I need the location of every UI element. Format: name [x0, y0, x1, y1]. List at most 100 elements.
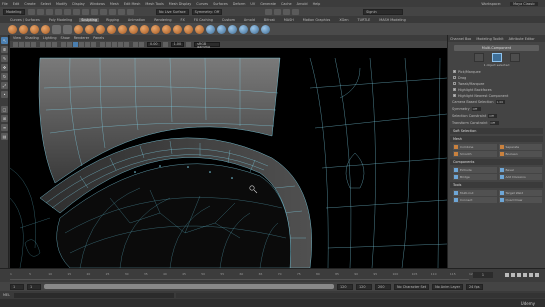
range-start-field[interactable]: 1: [27, 283, 41, 290]
menu-arnold[interactable]: Arnold: [297, 2, 308, 6]
menu-uv[interactable]: UV: [250, 2, 255, 6]
shelf-tab-arnold[interactable]: Arnold: [242, 18, 257, 22]
components-section[interactable]: Components: [450, 159, 543, 165]
checkbox-icon[interactable]: [453, 70, 456, 73]
menu-modify[interactable]: Modify: [56, 2, 67, 6]
color-management-icon[interactable]: [186, 42, 192, 47]
gamma-field[interactable]: 1.00: [170, 42, 185, 47]
time-ticks[interactable]: 1 5 10 15 20 25 30 35 40 45 50 55 60 65 70 75 80 85 90 95 10…: [10, 271, 475, 280]
command-input[interactable]: [13, 292, 174, 298]
film-gate-icon[interactable]: [46, 42, 51, 47]
checkbox-icon[interactable]: [453, 76, 456, 79]
shelf-sphere-icon[interactable]: [239, 24, 248, 34]
shelf-sphere-icon[interactable]: [140, 24, 149, 34]
panel-menu-renderer[interactable]: Renderer: [74, 36, 89, 40]
play-forward-icon[interactable]: [523, 273, 527, 277]
ambient-occlusion-icon[interactable]: [112, 42, 117, 47]
viewport-panel[interactable]: View Shading Lighting Show Renderer Panels 0.…: [10, 35, 447, 268]
lights-icon[interactable]: [85, 42, 90, 47]
option-drag[interactable]: Drag: [448, 75, 545, 80]
menu-generate[interactable]: Generate: [260, 2, 276, 6]
menu-select[interactable]: Select: [41, 2, 51, 6]
xray-joints-icon[interactable]: [106, 42, 111, 47]
menu-surfaces[interactable]: Surfaces: [213, 2, 228, 6]
exposure-field[interactable]: 0.00: [147, 42, 161, 47]
depth-of-field-icon[interactable]: [124, 42, 129, 47]
checkbox-icon[interactable]: [453, 94, 456, 97]
shelf-sphere-icon[interactable]: [217, 24, 226, 34]
four-view-icon[interactable]: ⊞: [1, 115, 8, 122]
antialiasing-icon[interactable]: [118, 42, 123, 47]
live-surface-field[interactable]: No Live Surface: [156, 8, 189, 15]
side-tab-attribute-editor[interactable]: Attribute Editor: [509, 37, 535, 41]
smooth-shade-icon[interactable]: [67, 42, 72, 47]
outliner-icon[interactable]: ≡: [1, 124, 8, 131]
setting-value-field[interactable]: 1.00: [495, 100, 505, 104]
checkbox-icon[interactable]: [453, 82, 456, 85]
shelf-tab-animation[interactable]: Animation: [126, 18, 147, 22]
panel-menu-panels[interactable]: Panels: [93, 36, 104, 40]
mesh-section[interactable]: Mesh: [450, 136, 543, 142]
camera-attributes-icon[interactable]: [19, 42, 24, 47]
tools-section[interactable]: Tools: [450, 182, 543, 188]
panel-menu-shading[interactable]: Shading: [25, 36, 39, 40]
isolate-select-icon[interactable]: [133, 42, 138, 47]
step-forward-icon[interactable]: [529, 273, 533, 277]
option-tweak-marquee[interactable]: Tweak/Marquee: [448, 81, 545, 86]
range-bar[interactable]: [44, 284, 334, 289]
start-frame-field[interactable]: 1: [10, 283, 24, 290]
shelf-sphere-icon[interactable]: [151, 24, 160, 34]
color-space-dropdown[interactable]: sRGB gamma: [194, 42, 221, 49]
shelf-cube-icon[interactable]: [63, 24, 72, 34]
option-highlight-nearest-component[interactable]: Highlight Nearest Component: [448, 93, 545, 98]
panel-menu-lighting[interactable]: Lighting: [43, 36, 57, 40]
save-scene-icon[interactable]: [46, 8, 53, 15]
setting-value-field[interactable]: Off: [489, 121, 499, 125]
shelf-sphere-icon[interactable]: [96, 24, 105, 34]
menu-curves[interactable]: Curves: [196, 2, 208, 6]
shelf-tab-custom[interactable]: Custom: [220, 18, 237, 22]
shelf-sphere-icon[interactable]: [118, 24, 127, 34]
new-scene-icon[interactable]: [28, 8, 35, 15]
select-component-icon[interactable]: [91, 8, 98, 15]
bookmark-icon[interactable]: [25, 42, 30, 47]
snap-point-icon[interactable]: [118, 8, 125, 15]
add-divisions-button[interactable]: Add Divisions: [498, 174, 542, 180]
uv-mode-icon[interactable]: [509, 53, 520, 62]
textured-icon[interactable]: [79, 42, 84, 47]
single-view-icon[interactable]: ▢: [1, 106, 8, 113]
extrude-button[interactable]: Extrude: [453, 167, 497, 173]
shelf-cube-icon[interactable]: [52, 24, 61, 34]
exposure-icon[interactable]: [139, 42, 144, 47]
shelf-sphere-icon[interactable]: [195, 24, 204, 34]
shelf-tab-rigging[interactable]: Rigging: [104, 18, 121, 22]
gamma-icon[interactable]: [162, 42, 168, 47]
multi-component-button[interactable]: Multi-Component: [454, 45, 539, 51]
option-highlight-backfaces[interactable]: Highlight Backfaces: [448, 87, 545, 92]
render-icon[interactable]: [265, 8, 273, 15]
menu-display[interactable]: Display: [72, 2, 85, 6]
step-back-icon[interactable]: [511, 273, 515, 277]
shelf-sphere-icon[interactable]: [30, 24, 39, 34]
menu-create[interactable]: Create: [24, 2, 35, 6]
shelf-tab-sculpting[interactable]: Sculpting: [79, 17, 100, 22]
anim-layer-dropdown[interactable]: No Anim Layer: [432, 283, 464, 290]
multi-cut-button[interactable]: Multi-Cut: [453, 190, 497, 196]
resolution-gate-icon[interactable]: [52, 42, 57, 47]
shelf-tab-mash[interactable]: MASH: [282, 18, 296, 22]
persp-graph-icon[interactable]: ▤: [1, 133, 8, 140]
panel-menu-view[interactable]: View: [13, 36, 21, 40]
shelf-tab-xgen[interactable]: XGen: [337, 18, 350, 22]
menu-file[interactable]: File: [2, 2, 8, 6]
shelf-tab-rendering[interactable]: Rendering: [152, 18, 173, 22]
separate-button[interactable]: Separate: [498, 144, 542, 150]
menu-help[interactable]: Help: [313, 2, 321, 6]
shelf-tab-turtle[interactable]: TURTLE: [356, 18, 373, 22]
wireframe-mesh-view[interactable]: [10, 48, 447, 268]
move-tool-icon[interactable]: ✥: [1, 64, 8, 71]
shelf-tab-bifrost[interactable]: Bifrost: [262, 18, 277, 22]
hypershade-icon[interactable]: [292, 8, 300, 15]
checkbox-icon[interactable]: [453, 88, 456, 91]
character-set-dropdown[interactable]: No Character Set: [394, 283, 430, 290]
last-tool-icon[interactable]: •: [1, 91, 8, 98]
